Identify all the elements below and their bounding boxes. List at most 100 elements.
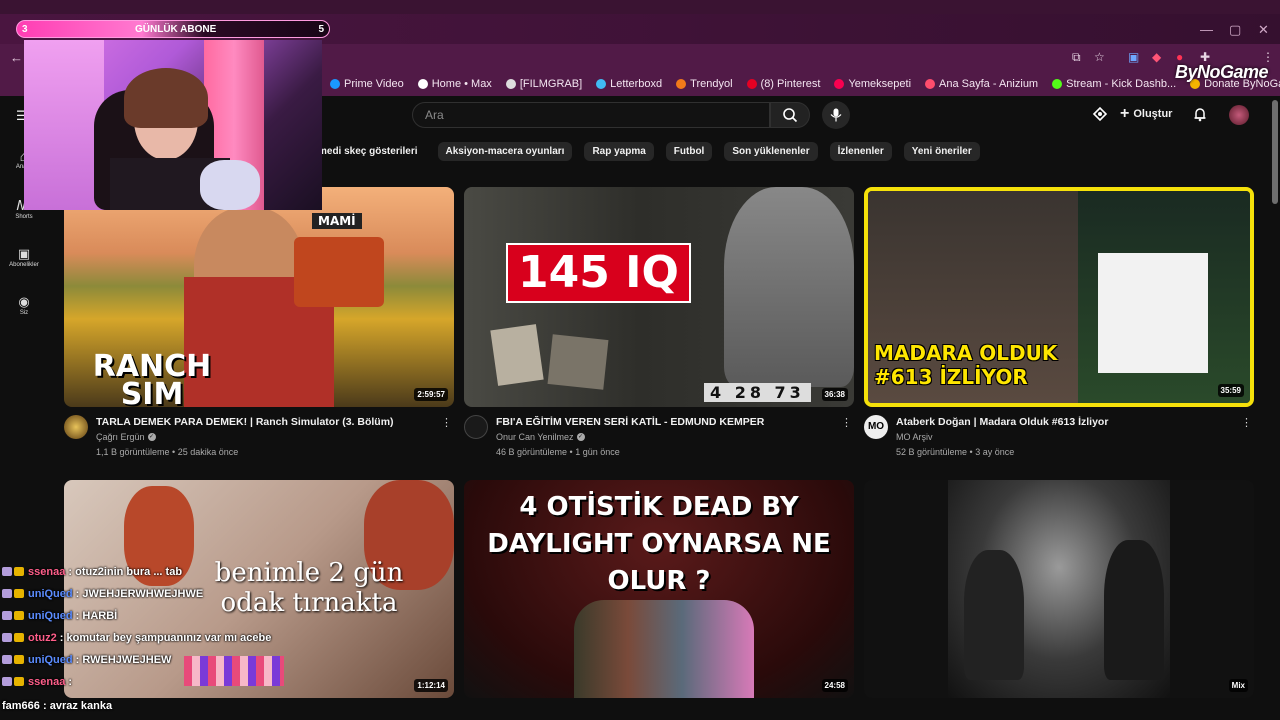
video-thumbnail[interactable]: Mix [864, 480, 1254, 698]
subscriptions-icon: ▣ [17, 246, 31, 261]
thumbnail-polaroid [490, 324, 544, 386]
mix-badge: Mix [1228, 679, 1248, 692]
minimize-icon[interactable]: — [1200, 22, 1213, 37]
channel-name-row[interactable]: Çağrı Ergün ✓ [96, 432, 156, 442]
video-title[interactable]: TARLA DEMEK PARA DEMEK! | Ranch Simulato… [96, 416, 436, 428]
chip-football[interactable]: Futbol [665, 142, 713, 161]
chat-text: : [68, 676, 73, 688]
video-thumbnail[interactable]: MAMİ RANCH SIM 2:59:57 [64, 187, 454, 407]
translate-icon[interactable]: ▣ [1128, 50, 1139, 64]
guide-you[interactable]: ◉ Siz [0, 294, 48, 316]
bookmark-item[interactable]: Stream - Kick Dashb... [1052, 78, 1176, 90]
bookmark-item[interactable]: Ana Sayfa - Anizium [925, 78, 1038, 90]
more-actions-icon[interactable]: ⋮ [441, 416, 452, 429]
thumbnail-person [724, 187, 854, 387]
video-duration: 24:58 [821, 679, 848, 692]
bookmark-item[interactable]: Yemeksepeti [834, 78, 911, 90]
webcam-person-hair [124, 68, 208, 128]
verified-icon: ✓ [147, 433, 156, 441]
bookmark-label: Yemeksepeti [848, 78, 912, 90]
guide-subscriptions[interactable]: ▣ Abonelikler [0, 246, 48, 268]
bookmark-label: Letterboxd [610, 78, 663, 90]
screen: — ▢ ✕ ← ▦ ⧉ ☆ ▣ ◆ ● ✚ ⋮ Prime VideoHome … [0, 0, 1280, 720]
page-scrollbar[interactable] [1272, 100, 1278, 204]
more-actions-icon[interactable]: ⋮ [1241, 416, 1252, 429]
bookmark-item[interactable]: Letterboxd [596, 78, 662, 90]
video-thumbnail[interactable]: MADARA OLDUK #613 İZLİYOR 35:59 [864, 187, 1254, 407]
thumbnail-tshirt [1098, 253, 1208, 373]
bookmark-favicon-icon [746, 79, 757, 89]
chip-recently-uploaded[interactable]: Son yüklenenler [724, 142, 818, 161]
bookmark-item[interactable]: Trendyol [676, 78, 733, 90]
create-button[interactable]: + Oluştur [1120, 105, 1172, 123]
video-thumbnail[interactable]: 4 OTİSTİK DEAD BY DAYLIGHT OYNARSA NE OL… [464, 480, 854, 698]
channel-avatar[interactable] [64, 415, 88, 439]
channel-name[interactable]: Çağrı Ergün [96, 432, 145, 442]
bookmark-star-icon[interactable]: ☆ [1094, 50, 1105, 64]
chat-badges-icon [2, 566, 28, 578]
search-input[interactable]: Ara [412, 102, 770, 128]
thumbnail-title-line: 4 OTİSTİK DEAD BY DAYLIGHT OYNARSA NE OL… [487, 492, 831, 596]
video-thumbnail[interactable]: 145 IQ 4 28 73 36:38 [464, 187, 854, 407]
channel-name-row[interactable]: MO Arşiv [896, 432, 933, 442]
thumbnail-harvester [294, 237, 384, 307]
maximize-icon[interactable]: ▢ [1229, 22, 1241, 38]
bookmark-favicon-icon [676, 79, 687, 89]
thumbnail-title-text: benimle 2 gün odak tırnakta [214, 558, 404, 618]
chat-message: uniQued : RWEHJWEJHEW [2, 654, 171, 666]
chat-text: : JWEHJERWHWEJHWE [75, 588, 204, 600]
chat-badges-icon [2, 610, 28, 622]
chat-message: ssenaa : otuz2inin bura ... tab [2, 566, 182, 578]
webcam-controller [200, 160, 260, 210]
more-actions-icon[interactable]: ⋮ [841, 416, 852, 429]
video-card[interactable]: Mix [864, 480, 1254, 698]
guide-shorts-label: Shorts [15, 214, 33, 220]
thumbnail-title-text: RANCH SIM [92, 349, 212, 408]
chip-watched[interactable]: İzlenenler [829, 142, 892, 161]
install-icon[interactable]: ⧉ [1072, 50, 1081, 65]
channel-name-row[interactable]: Onur Can Yenilmez ✓ [496, 432, 585, 442]
back-icon[interactable]: ← [10, 50, 23, 65]
video-title[interactable]: FBI'A EĞİTİM VEREN SERİ KATİL - EDMUND K… [496, 416, 836, 428]
bookmark-label: Stream - Kick Dashb... [1066, 78, 1177, 90]
extension-icon[interactable]: ◆ [1152, 50, 1161, 64]
chat-username: uniQued [28, 588, 73, 600]
thumbnail-tag: MAMİ [312, 213, 362, 229]
chip-comedy[interactable]: medi skeç gösterileri [318, 142, 426, 161]
video-meta: 1,1 B görüntüleme • 25 dakika önce [96, 447, 239, 457]
video-card[interactable]: 4 OTİSTİK DEAD BY DAYLIGHT OYNARSA NE OL… [464, 480, 854, 698]
account-avatar[interactable] [1229, 105, 1249, 125]
bookmark-item[interactable]: Home • Max [417, 78, 492, 90]
channel-avatar[interactable]: MO [864, 415, 888, 439]
bookmark-item[interactable]: (8) Pinterest [746, 78, 821, 90]
channel-name[interactable]: MO Arşiv [896, 432, 933, 442]
voice-search-button[interactable] [822, 101, 850, 129]
sub-goal-label: GÜNLÜK ABONE [135, 24, 217, 35]
close-icon[interactable]: ✕ [1258, 22, 1269, 38]
video-meta: 46 B görüntüleme • 1 gün önce [496, 447, 620, 457]
search-button[interactable] [770, 102, 810, 128]
bookmark-label: (8) Pinterest [760, 78, 821, 90]
chat-username: uniQued [28, 610, 73, 622]
chip-rap[interactable]: Rap yapma [584, 142, 654, 161]
video-title[interactable]: Ataberk Doğan | Madara Olduk #613 İzliyo… [896, 416, 1236, 428]
channel-avatar[interactable] [464, 415, 488, 439]
cast-icon[interactable] [1092, 106, 1108, 127]
video-card[interactable]: MADARA OLDUK #613 İZLİYOR 35:59 MO Atabe… [864, 187, 1254, 462]
channel-name[interactable]: Onur Can Yenilmez [496, 432, 574, 442]
thumbnail-title-text: 145 IQ [506, 243, 691, 303]
bookmark-item[interactable]: [FILMGRAB] [505, 78, 582, 90]
thumbnail-placard-text: 4 28 73 [704, 383, 811, 402]
thumbnail-title-text: 4 OTİSTİK DEAD BY DAYLIGHT OYNARSA NE OL… [484, 490, 834, 601]
chip-new-to-you[interactable]: Yeni öneriler [903, 142, 980, 161]
bookmark-item[interactable]: Prime Video [330, 78, 404, 90]
bynogame-logo: ByNoGame [1174, 62, 1269, 82]
bookmark-label: Trendyol [690, 78, 733, 90]
notifications-bell-icon[interactable] [1192, 106, 1208, 127]
chat-text: : avraz kanka [42, 700, 113, 712]
video-card[interactable]: 145 IQ 4 28 73 36:38 FBI'A EĞİTİM VEREN … [464, 187, 854, 462]
webcam-light-panel [24, 40, 104, 210]
video-card[interactable]: MAMİ RANCH SIM 2:59:57 TARLA DEMEK PARA … [64, 187, 454, 462]
thumbnail-characters [574, 600, 754, 698]
chip-action-adventure[interactable]: Aksiyon-macera oyunları [437, 142, 573, 161]
